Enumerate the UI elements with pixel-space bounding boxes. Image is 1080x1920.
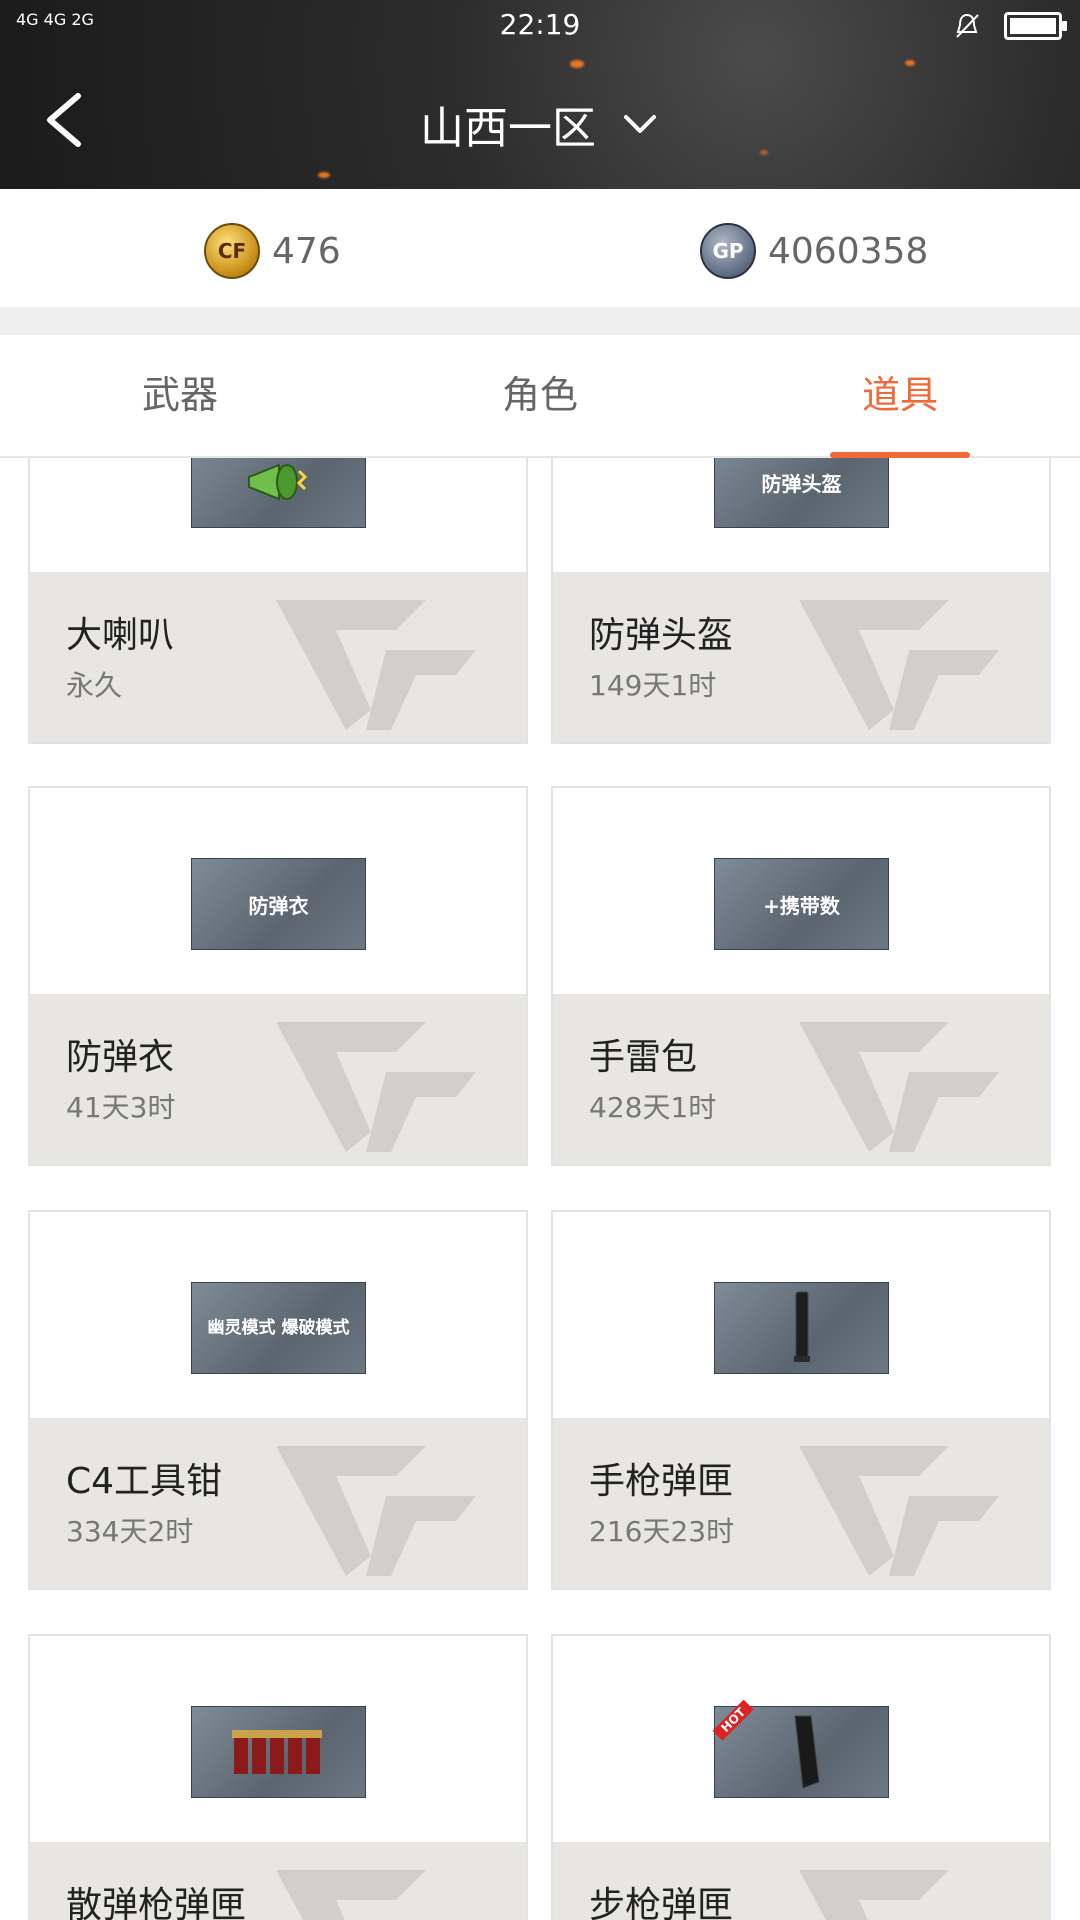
item-grid: 大喇叭 永久 防弹头盔 防弹头盔 149天1时 防弹衣 防弹衣 41天3时 +携… bbox=[0, 458, 1080, 1920]
item-image: HOT bbox=[712, 1699, 889, 1798]
tab-label: 角色 bbox=[501, 373, 578, 417]
item-duration: 216天23时 bbox=[589, 1515, 735, 1548]
cf-watermark-icon bbox=[276, 1446, 476, 1576]
item-card[interactable]: 防弹头盔 防弹头盔 149天1时 bbox=[551, 458, 1051, 744]
item-name: 散弹枪弹匣 bbox=[66, 1885, 247, 1920]
page-title: 山西一区 bbox=[420, 103, 596, 154]
item-name: 防弹头盔 bbox=[589, 615, 734, 656]
cf-watermark-icon bbox=[799, 600, 999, 730]
divider bbox=[0, 307, 1080, 335]
item-info: 防弹衣 41天3时 bbox=[30, 994, 526, 1164]
cf-points: CF 476 bbox=[204, 223, 341, 279]
item-card[interactable]: +携带数 手雷包 428天1时 bbox=[551, 786, 1051, 1166]
item-name: 大喇叭 bbox=[66, 615, 175, 656]
item-image-label: 防弹衣 bbox=[248, 893, 309, 918]
tab-items[interactable]: 道具 bbox=[720, 335, 1080, 458]
rifle-magazine-icon bbox=[794, 1715, 820, 1789]
hot-badge: HOT bbox=[712, 1699, 754, 1741]
item-image-label: 幽灵模式 爆破模式 bbox=[207, 1318, 350, 1338]
item-image: 防弹头盔 bbox=[714, 458, 889, 528]
item-image-label: 防弹头盔 bbox=[761, 471, 842, 496]
item-image bbox=[191, 1706, 366, 1798]
item-card[interactable]: 散弹枪弹匣 bbox=[28, 1634, 528, 1920]
cf-watermark-icon bbox=[276, 600, 476, 730]
shotgun-shells-icon bbox=[231, 1730, 322, 1774]
item-image: +携带数 bbox=[714, 858, 889, 950]
item-name: C4工具钳 bbox=[66, 1461, 223, 1502]
item-info: 大喇叭 永久 bbox=[30, 572, 526, 742]
item-name: 手枪弹匣 bbox=[589, 1461, 734, 1502]
item-info: 手雷包 428天1时 bbox=[553, 994, 1049, 1164]
bell-muted-icon bbox=[956, 13, 979, 38]
tab-characters[interactable]: 角色 bbox=[360, 335, 720, 456]
magazine-icon bbox=[793, 1291, 810, 1362]
cf-watermark-icon bbox=[276, 1022, 476, 1152]
item-image bbox=[191, 458, 366, 528]
category-tabs: 武器 角色 道具 bbox=[0, 335, 1080, 458]
item-duration: 428天1时 bbox=[589, 1091, 717, 1124]
gp-icon: GP bbox=[700, 223, 756, 279]
cf-points-value: 476 bbox=[272, 230, 341, 272]
cf-coin-icon: CF bbox=[204, 223, 260, 279]
item-card[interactable]: 手枪弹匣 216天23时 bbox=[551, 1210, 1051, 1590]
item-duration: 149天1时 bbox=[589, 669, 717, 702]
item-card[interactable]: 大喇叭 永久 bbox=[28, 458, 528, 744]
item-info: 防弹头盔 149天1时 bbox=[553, 572, 1049, 742]
status-icons bbox=[952, 10, 1067, 42]
item-duration: 334天2时 bbox=[66, 1515, 194, 1548]
gp-points-value: 4060358 bbox=[768, 230, 929, 272]
item-name: 步枪弹匣 bbox=[589, 1885, 734, 1920]
status-time: 22:19 bbox=[499, 8, 581, 41]
item-name: 防弹衣 bbox=[66, 1037, 175, 1078]
tab-label: 武器 bbox=[141, 373, 218, 417]
item-image: 防弹衣 bbox=[191, 858, 366, 950]
server-selector[interactable]: 山西一区 bbox=[0, 92, 1080, 156]
item-duration: 41天3时 bbox=[66, 1091, 176, 1124]
cf-watermark-icon bbox=[799, 1870, 949, 1920]
chevron-down-icon bbox=[624, 115, 656, 133]
cf-watermark-icon bbox=[799, 1022, 999, 1152]
cf-watermark-icon bbox=[799, 1446, 999, 1576]
item-name: 手雷包 bbox=[589, 1037, 698, 1078]
tab-weapons[interactable]: 武器 bbox=[0, 335, 360, 456]
battery-icon bbox=[1004, 12, 1067, 40]
item-info: 手枪弹匣 216天23时 bbox=[553, 1418, 1049, 1588]
cf-watermark-icon bbox=[276, 1870, 426, 1920]
item-info: C4工具钳 334天2时 bbox=[30, 1418, 526, 1588]
currency-bar: CF 476 GP 4060358 bbox=[0, 189, 1080, 307]
item-card[interactable]: 幽灵模式 爆破模式 C4工具钳 334天2时 bbox=[28, 1210, 528, 1590]
item-image: 幽灵模式 爆破模式 bbox=[191, 1282, 366, 1374]
app-header: 4G 4G 2G 22:19 山西一区 bbox=[0, 0, 1080, 189]
item-duration: 永久 bbox=[66, 669, 123, 702]
item-image-label: +携带数 bbox=[763, 893, 840, 918]
item-info: 散弹枪弹匣 bbox=[30, 1842, 526, 1920]
megaphone-icon bbox=[247, 463, 307, 501]
tab-label: 道具 bbox=[861, 373, 938, 417]
item-info: 步枪弹匣 bbox=[553, 1842, 1049, 1920]
item-card[interactable]: HOT 步枪弹匣 bbox=[551, 1634, 1051, 1920]
gp-points: GP 4060358 bbox=[700, 223, 928, 279]
item-card[interactable]: 防弹衣 防弹衣 41天3时 bbox=[28, 786, 528, 1166]
item-image bbox=[714, 1282, 889, 1374]
